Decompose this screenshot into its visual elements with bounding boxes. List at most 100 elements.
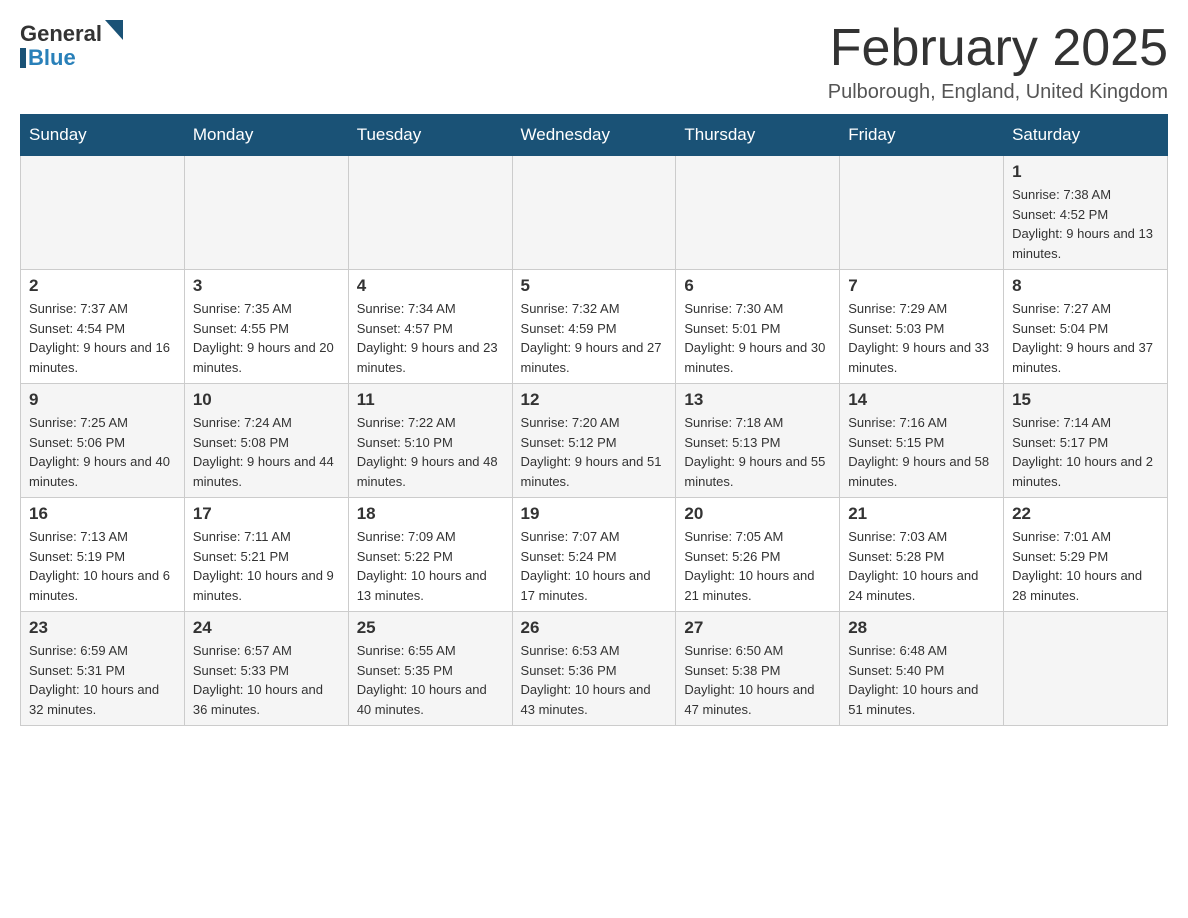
calendar-cell — [184, 156, 348, 270]
calendar-cell: 13 Sunrise: 7:18 AMSunset: 5:13 PMDayligh… — [676, 384, 840, 498]
day-number: 14 — [848, 390, 995, 410]
day-number: 2 — [29, 276, 176, 296]
day-info: Sunrise: 7:27 AMSunset: 5:04 PMDaylight:… — [1012, 299, 1159, 377]
day-info: Sunrise: 7:30 AMSunset: 5:01 PMDaylight:… — [684, 299, 831, 377]
day-info: Sunrise: 7:32 AMSunset: 4:59 PMDaylight:… — [521, 299, 668, 377]
calendar-cell: 17 Sunrise: 7:11 AMSunset: 5:21 PMDayligh… — [184, 498, 348, 612]
calendar-cell: 10 Sunrise: 7:24 AMSunset: 5:08 PMDayligh… — [184, 384, 348, 498]
day-number: 18 — [357, 504, 504, 524]
month-title: February 2025 — [828, 20, 1168, 77]
day-number: 23 — [29, 618, 176, 638]
day-number: 20 — [684, 504, 831, 524]
day-info: Sunrise: 7:20 AMSunset: 5:12 PMDaylight:… — [521, 413, 668, 491]
calendar-header-row: SundayMondayTuesdayWednesdayThursdayFrid… — [21, 115, 1168, 156]
calendar-cell: 16Sunrise: 7:13 AMSunset: 5:19 PMDayligh… — [21, 498, 185, 612]
calendar-cell: 5 Sunrise: 7:32 AMSunset: 4:59 PMDaylight… — [512, 270, 676, 384]
calendar-cell: 2Sunrise: 7:37 AMSunset: 4:54 PMDaylight… — [21, 270, 185, 384]
calendar-cell: 24Sunrise: 6:57 AMSunset: 5:33 PMDayligh… — [184, 612, 348, 726]
calendar-cell: 20 Sunrise: 7:05 AMSunset: 5:26 PMDayligh… — [676, 498, 840, 612]
calendar-cell: 22 Sunrise: 7:01 AMSunset: 5:29 PMDayligh… — [1004, 498, 1168, 612]
calendar-week-row: 9Sunrise: 7:25 AMSunset: 5:06 PMDaylight… — [21, 384, 1168, 498]
day-number: 8 — [1012, 276, 1159, 296]
day-number: 12 — [521, 390, 668, 410]
day-number: 13 — [684, 390, 831, 410]
day-info: Sunrise: 7:11 AMSunset: 5:21 PMDaylight:… — [193, 527, 340, 605]
day-info: Sunrise: 7:22 AMSunset: 5:10 PMDaylight:… — [357, 413, 504, 491]
calendar-cell: 11 Sunrise: 7:22 AMSunset: 5:10 PMDayligh… — [348, 384, 512, 498]
day-info: Sunrise: 7:14 AMSunset: 5:17 PMDaylight:… — [1012, 413, 1159, 491]
calendar-cell — [1004, 612, 1168, 726]
day-info: Sunrise: 7:35 AMSunset: 4:55 PMDaylight:… — [193, 299, 340, 377]
calendar-cell: 9Sunrise: 7:25 AMSunset: 5:06 PMDaylight… — [21, 384, 185, 498]
page-header: General Blue February 2025 Pulborough, E… — [20, 20, 1168, 104]
day-info: Sunrise: 7:07 AMSunset: 5:24 PMDaylight:… — [521, 527, 668, 605]
day-info: Sunrise: 7:34 AMSunset: 4:57 PMDaylight:… — [357, 299, 504, 377]
day-info: Sunrise: 7:24 AMSunset: 5:08 PMDaylight:… — [193, 413, 340, 491]
day-number: 4 — [357, 276, 504, 296]
calendar-cell — [348, 156, 512, 270]
calendar-week-row: 23 Sunrise: 6:59 AMSunset: 5:31 PMDayligh… — [21, 612, 1168, 726]
day-number: 15 — [1012, 390, 1159, 410]
calendar-cell: 26 Sunrise: 6:53 AMSunset: 5:36 PMDayligh… — [512, 612, 676, 726]
calendar-week-row: 2Sunrise: 7:37 AMSunset: 4:54 PMDaylight… — [21, 270, 1168, 384]
day-number: 27 — [684, 618, 831, 638]
calendar-header-monday: Monday — [184, 115, 348, 156]
day-info: Sunrise: 6:50 AMSunset: 5:38 PMDaylight:… — [684, 641, 831, 719]
day-info: Sunrise: 6:59 AMSunset: 5:31 PMDaylight:… — [29, 641, 176, 719]
day-number: 22 — [1012, 504, 1159, 524]
calendar-header-wednesday: Wednesday — [512, 115, 676, 156]
calendar-cell: 7Sunrise: 7:29 AMSunset: 5:03 PMDaylight… — [840, 270, 1004, 384]
day-info: Sunrise: 7:03 AMSunset: 5:28 PMDaylight:… — [848, 527, 995, 605]
calendar-cell: 18 Sunrise: 7:09 AMSunset: 5:22 PMDayligh… — [348, 498, 512, 612]
day-number: 16 — [29, 504, 176, 524]
calendar-cell: 25 Sunrise: 6:55 AMSunset: 5:35 PMDayligh… — [348, 612, 512, 726]
location-text: Pulborough, England, United Kingdom — [828, 81, 1168, 104]
day-info: Sunrise: 6:55 AMSunset: 5:35 PMDaylight:… — [357, 641, 504, 719]
day-number: 1 — [1012, 162, 1159, 182]
day-info: Sunrise: 6:48 AMSunset: 5:40 PMDaylight:… — [848, 641, 995, 719]
calendar-header-thursday: Thursday — [676, 115, 840, 156]
day-number: 10 — [193, 390, 340, 410]
logo-general-text: General — [20, 21, 102, 47]
calendar-cell — [676, 156, 840, 270]
logo: General Blue — [20, 20, 123, 71]
calendar-cell: 21 Sunrise: 7:03 AMSunset: 5:28 PMDayligh… — [840, 498, 1004, 612]
calendar-cell: 15 Sunrise: 7:14 AMSunset: 5:17 PMDayligh… — [1004, 384, 1168, 498]
calendar-cell: 4 Sunrise: 7:34 AMSunset: 4:57 PMDaylight… — [348, 270, 512, 384]
calendar-cell: 8 Sunrise: 7:27 AMSunset: 5:04 PMDaylight… — [1004, 270, 1168, 384]
day-info: Sunrise: 7:18 AMSunset: 5:13 PMDaylight:… — [684, 413, 831, 491]
calendar-cell: 6 Sunrise: 7:30 AMSunset: 5:01 PMDaylight… — [676, 270, 840, 384]
logo-arrow-icon — [105, 20, 123, 40]
day-number: 9 — [29, 390, 176, 410]
calendar-cell: 27 Sunrise: 6:50 AMSunset: 5:38 PMDayligh… — [676, 612, 840, 726]
day-number: 21 — [848, 504, 995, 524]
calendar-cell: 14 Sunrise: 7:16 AMSunset: 5:15 PMDayligh… — [840, 384, 1004, 498]
calendar-cell: 3 Sunrise: 7:35 AMSunset: 4:55 PMDaylight… — [184, 270, 348, 384]
title-section: February 2025 Pulborough, England, Unite… — [828, 20, 1168, 104]
day-number: 5 — [521, 276, 668, 296]
day-number: 26 — [521, 618, 668, 638]
day-info: Sunrise: 7:09 AMSunset: 5:22 PMDaylight:… — [357, 527, 504, 605]
day-number: 6 — [684, 276, 831, 296]
day-number: 11 — [357, 390, 504, 410]
day-info: Sunrise: 7:05 AMSunset: 5:26 PMDaylight:… — [684, 527, 831, 605]
calendar-cell: 28 Sunrise: 6:48 AMSunset: 5:40 PMDayligh… — [840, 612, 1004, 726]
calendar-cell: 19 Sunrise: 7:07 AMSunset: 5:24 PMDayligh… — [512, 498, 676, 612]
day-info: Sunrise: 7:29 AMSunset: 5:03 PMDaylight:… — [848, 299, 995, 377]
day-number: 25 — [357, 618, 504, 638]
calendar-table: SundayMondayTuesdayWednesdayThursdayFrid… — [20, 114, 1168, 726]
day-info: Sunrise: 7:16 AMSunset: 5:15 PMDaylight:… — [848, 413, 995, 491]
calendar-cell: 23 Sunrise: 6:59 AMSunset: 5:31 PMDayligh… — [21, 612, 185, 726]
day-number: 17 — [193, 504, 340, 524]
calendar-header-tuesday: Tuesday — [348, 115, 512, 156]
logo-blue-text: Blue — [28, 45, 76, 71]
day-number: 28 — [848, 618, 995, 638]
day-info: Sunrise: 7:38 AMSunset: 4:52 PMDaylight:… — [1012, 185, 1159, 263]
day-info: Sunrise: 6:57 AMSunset: 5:33 PMDaylight:… — [193, 641, 340, 719]
day-number: 19 — [521, 504, 668, 524]
calendar-week-row: 16Sunrise: 7:13 AMSunset: 5:19 PMDayligh… — [21, 498, 1168, 612]
day-number: 3 — [193, 276, 340, 296]
day-info: Sunrise: 6:53 AMSunset: 5:36 PMDaylight:… — [521, 641, 668, 719]
day-info: Sunrise: 7:01 AMSunset: 5:29 PMDaylight:… — [1012, 527, 1159, 605]
logo-bar-icon — [20, 48, 26, 68]
